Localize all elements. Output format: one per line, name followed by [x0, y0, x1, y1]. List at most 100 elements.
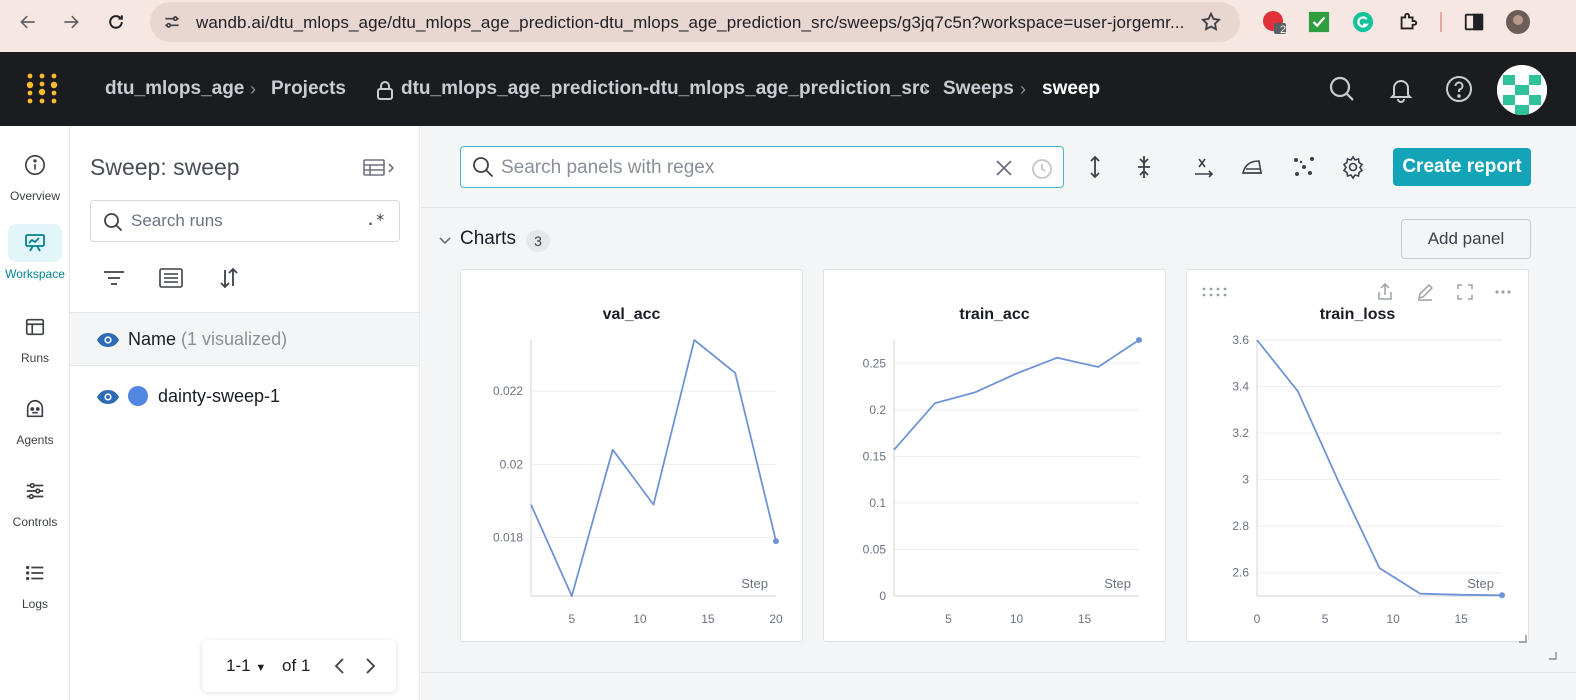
extensions-puzzle-icon[interactable] [1396, 10, 1420, 34]
list-icon [8, 554, 62, 592]
bookmark-star-icon[interactable] [1199, 10, 1223, 34]
next-page-button[interactable] [358, 654, 382, 678]
page-range-select[interactable]: 1-1 ▼ [226, 656, 266, 676]
eye-icon[interactable] [96, 332, 120, 348]
collapse-vertical-icon[interactable] [1131, 154, 1157, 180]
url-text[interactable]: wandb.ai/dtu_mlops_age/dtu_mlops_age_pre… [196, 13, 1186, 33]
clear-icon[interactable] [993, 157, 1015, 179]
nav-workspace-label: Workspace [5, 267, 65, 281]
line-chart: 0.018 0.02 0.022 5 10 15 20 Step [493, 339, 783, 626]
chart-panel-train-acc[interactable]: 0 0.05 0.1 0.15 0.2 0.25 5 10 15 Step train_acc [823, 269, 1166, 642]
expand-vertical-icon[interactable] [1082, 154, 1108, 180]
expand-runs-table-icon[interactable] [362, 156, 398, 180]
breadcrumb-entity[interactable]: dtu_mlops_age [105, 78, 244, 100]
y-tick-label: 0.022 [493, 384, 523, 398]
panel-search-input[interactable] [501, 155, 981, 181]
workspace-toolbar: Create report [421, 126, 1576, 208]
nav-agents[interactable]: Agents [0, 390, 70, 458]
profile-avatar-icon[interactable] [1506, 10, 1530, 34]
breadcrumb-sweeps[interactable]: Sweeps [943, 78, 1014, 100]
x-tick-label: 10 [1386, 612, 1400, 626]
runs-search[interactable]: .* [90, 200, 400, 242]
bell-icon[interactable] [1387, 75, 1415, 103]
filter-icon[interactable] [100, 264, 128, 292]
breadcrumb-project[interactable]: dtu_mlops_age_prediction-dtu_mlops_age_p… [401, 78, 930, 100]
user-avatar[interactable] [1497, 65, 1547, 115]
grammarly-extension-icon[interactable] [1351, 10, 1375, 34]
regex-toggle[interactable]: .* [366, 210, 385, 229]
info-icon [8, 146, 62, 184]
y-tick-label: 3.2 [1232, 426, 1249, 440]
pagination: 1-1 ▼ of 1 [202, 640, 396, 692]
x-tick-label: 20 [769, 612, 783, 626]
breadcrumb-separator-icon: › [250, 79, 256, 99]
nav-logs-label: Logs [21, 597, 49, 611]
robot-icon [8, 390, 62, 428]
browser-toolbar: wandb.ai/dtu_mlops_age/dtu_mlops_age_pre… [0, 0, 1576, 52]
series-line [893, 339, 1140, 451]
address-bar[interactable]: wandb.ai/dtu_mlops_age/dtu_mlops_age_pre… [150, 2, 1240, 42]
workspace-icon [8, 224, 62, 262]
name-column-header[interactable]: Name (1 visualized) [128, 329, 287, 350]
nav-controls[interactable]: Controls [0, 472, 70, 540]
nav-logs[interactable]: Logs [0, 554, 70, 622]
y-tick-label: 2.6 [1232, 566, 1249, 580]
site-settings-icon[interactable] [160, 10, 184, 34]
prev-page-button[interactable] [328, 654, 352, 678]
eye-icon[interactable] [96, 389, 120, 405]
checkbox-extension-icon[interactable] [1307, 10, 1331, 34]
chart-panel-train-loss[interactable]: 2.6 2.8 3 3.2 3.4 3.6 0 5 10 15 Step train_loss [1186, 269, 1529, 643]
nav-agents-label: Agents [16, 433, 54, 447]
breadcrumb-sweep[interactable]: sweep [1042, 78, 1100, 100]
y-tick-label: 3 [1242, 473, 1249, 487]
section-resize-handle-icon[interactable] [1547, 647, 1557, 660]
add-panel-button[interactable]: Add panel [1401, 219, 1531, 259]
page-range-value: 1-1 [226, 656, 251, 675]
wandb-logo-icon[interactable] [25, 72, 59, 106]
run-color-dot[interactable] [128, 386, 148, 406]
sort-icon[interactable] [215, 264, 243, 292]
gear-icon[interactable] [1340, 154, 1366, 180]
drag-handle-icon[interactable] [1201, 282, 1227, 302]
nav-workspace[interactable]: Workspace [0, 224, 70, 292]
nav-runs-label: Runs [20, 351, 49, 365]
extension-badge: 2 [1279, 24, 1287, 36]
runs-search-input[interactable] [131, 209, 351, 233]
nav-runs[interactable]: Runs [0, 308, 70, 376]
runs-table-header: Name (1 visualized) [70, 312, 419, 366]
resize-handle-icon[interactable] [1517, 630, 1527, 643]
help-icon[interactable] [1445, 75, 1473, 103]
name-column-title: Name [128, 329, 177, 349]
series-end-point [1136, 337, 1142, 343]
caret-down-icon: ▼ [255, 662, 267, 674]
forward-button[interactable] [56, 7, 86, 37]
x-tick-label: 0 [1254, 612, 1261, 626]
reload-button[interactable] [101, 7, 131, 37]
outliers-icon[interactable] [1291, 154, 1317, 180]
chevron-down-icon[interactable] [437, 232, 453, 248]
search-icon[interactable] [1328, 75, 1356, 103]
share-icon[interactable] [1375, 282, 1395, 302]
breadcrumb-projects[interactable]: Projects [271, 78, 346, 100]
section-title: Charts [460, 228, 516, 249]
side-panel-icon[interactable] [1462, 10, 1486, 34]
x-axis-icon[interactable] [1191, 154, 1217, 180]
breadcrumb-separator-icon: › [922, 79, 928, 99]
search-icon [472, 156, 494, 178]
back-button[interactable] [13, 7, 43, 37]
panel-search[interactable] [460, 146, 1064, 188]
chart-panel-val-acc[interactable]: 0.018 0.02 0.022 5 10 15 20 Step val_acc [460, 269, 803, 642]
smoothing-icon[interactable] [1239, 154, 1265, 180]
nav-overview[interactable]: Overview [0, 146, 70, 214]
more-options-icon[interactable] [1493, 282, 1513, 302]
run-row[interactable]: dainty-sweep-1 [70, 368, 419, 422]
create-report-button[interactable]: Create report [1393, 148, 1531, 186]
x-tick-label: 5 [1322, 612, 1329, 626]
group-icon[interactable] [157, 264, 185, 292]
fullscreen-icon[interactable] [1455, 282, 1475, 302]
breadcrumb-separator-icon: › [1020, 79, 1026, 99]
edit-pencil-icon[interactable] [1415, 282, 1435, 302]
history-icon[interactable] [1030, 157, 1054, 181]
run-name[interactable]: dainty-sweep-1 [158, 386, 280, 407]
left-nav-rail: Overview Workspace Runs Agents Controls … [0, 126, 70, 700]
